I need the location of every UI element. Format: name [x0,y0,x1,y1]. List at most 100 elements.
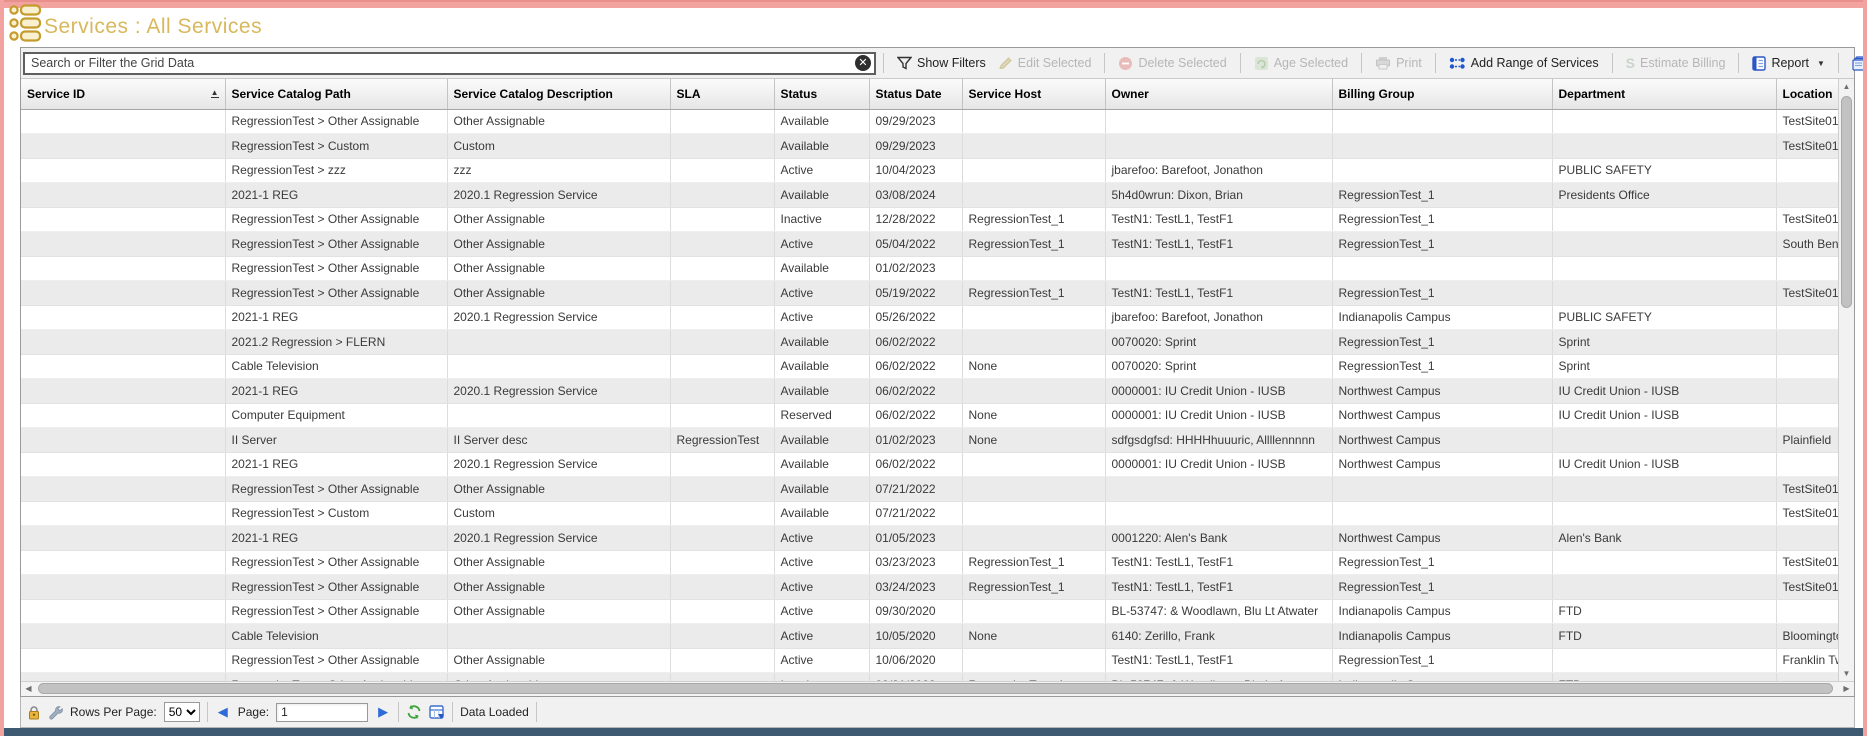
column-header-department[interactable]: Department [1552,79,1776,109]
column-header-service-catalog-description[interactable]: Service Catalog Description [447,79,670,109]
cell: RegressionTest > Other Assignable [225,207,447,232]
column-header-service-id[interactable]: Service ID▲ [21,79,225,109]
cell: TestN1: TestL1, TestF1 [1105,207,1332,232]
cell: RegressionTest_1 [962,232,1105,257]
grid-toolbar: ✕ Show Filters Edit Selected [21,48,1854,79]
cell: jbarefoo: Barefoot, Jonathon [1105,158,1332,183]
table-row[interactable]: RegressionTest > Other AssignableOther A… [21,673,1838,682]
cell [21,526,225,551]
table-row[interactable]: RegressionTest > Other AssignableOther A… [21,575,1838,600]
table-row[interactable]: RegressionTest > Other AssignableOther A… [21,477,1838,502]
report-dropdown-button[interactable]: Report ▼ [1746,56,1830,71]
cell: Active [774,526,869,551]
table-row[interactable]: II ServerII Server descRegressionTestAva… [21,428,1838,453]
column-header-service-catalog-path[interactable]: Service Catalog Path [225,79,447,109]
cell: Northwest Campus [1332,452,1552,477]
search-input[interactable] [23,52,876,75]
cell [1552,232,1776,257]
scroll-down-icon[interactable]: ▼ [1839,666,1854,681]
cell: RegressionTest_1 [1332,330,1552,355]
table-row[interactable]: RegressionTest > Other AssignableOther A… [21,256,1838,281]
cell [670,575,774,600]
table-row[interactable]: 2021-1 REG2020.1 Regression ServiceActiv… [21,305,1838,330]
column-header-sla[interactable]: SLA [670,79,774,109]
cell: 10/05/2020 [869,624,962,649]
cell [962,452,1105,477]
cell [962,109,1105,134]
cell: Available [774,428,869,453]
cell: 01/02/2023 [869,256,962,281]
table-row[interactable]: RegressionTest > Other AssignableOther A… [21,109,1838,134]
column-header-service-host[interactable]: Service Host [962,79,1105,109]
rows-per-page-select[interactable]: 50 [164,702,200,722]
scroll-right-icon[interactable]: ▶ [1839,682,1854,696]
scroll-up-icon[interactable]: ▲ [1839,79,1854,94]
cell: RegressionTest > Other Assignable [225,281,447,306]
column-header-owner[interactable]: Owner [1105,79,1332,109]
cell: Other Assignable [447,673,670,682]
column-header-location[interactable]: Location [1776,79,1838,109]
table-row[interactable]: RegressionTest > Other AssignableOther A… [21,648,1838,673]
wrench-icon[interactable] [48,705,63,720]
previous-page-icon[interactable]: ◀ [215,704,231,720]
cell: RegressionTest_1 [1332,183,1552,208]
cell [670,452,774,477]
cell: Alen's Bank [1552,526,1776,551]
add-range-of-services-button[interactable]: Add Range of Services [1443,56,1605,70]
refresh-icon[interactable] [406,704,422,720]
table-row[interactable]: 2021-1 REG2020.1 Regression ServiceAvail… [21,452,1838,477]
table-row[interactable]: 2021-1 REG2020.1 Regression ServiceAvail… [21,183,1838,208]
vertical-scroll-thumb[interactable] [1841,96,1852,308]
table-row[interactable]: RegressionTest > CustomCustomAvailable07… [21,501,1838,526]
column-header-status[interactable]: Status [774,79,869,109]
table-row[interactable]: RegressionTest > Other AssignableOther A… [21,599,1838,624]
table-row[interactable]: Cable TelevisionAvailable06/02/2022None0… [21,354,1838,379]
cell [1552,477,1776,502]
scroll-left-icon[interactable]: ◀ [21,682,36,696]
table-row[interactable]: RegressionTest > zzzzzzActive10/04/2023j… [21,158,1838,183]
page-number-input[interactable] [276,703,368,722]
cell: 03/23/2023 [869,550,962,575]
clear-search-icon[interactable]: ✕ [855,55,871,71]
table-row[interactable]: 2021-1 REG2020.1 Regression ServiceAvail… [21,379,1838,404]
horizontal-scroll-thumb[interactable] [38,683,1833,694]
export-grid-icon[interactable] [429,705,445,720]
cell [1332,477,1552,502]
table-row[interactable]: 2021-1 REG2020.1 Regression ServiceActiv… [21,526,1838,551]
vertical-scrollbar[interactable]: ▲ ▼ [1838,79,1854,681]
perspectives-dropdown-button[interactable]: Perspectives ▼ [1846,56,1867,71]
table-row[interactable]: RegressionTest > Other AssignableOther A… [21,550,1838,575]
table-row[interactable]: RegressionTest > CustomCustomAvailable09… [21,134,1838,159]
cell [670,256,774,281]
cell [1105,134,1332,159]
app-window: Services : All Services ✕ Show Filters E… [0,0,1867,736]
cell: TestN1: TestL1, TestF1 [1105,575,1332,600]
cell: 0070020: Sprint [1105,354,1332,379]
cell: 03/24/2023 [869,575,962,600]
cell: sdfgsdgfsd: HHHHhuuuric, Allllennnnn [1105,428,1332,453]
cell: BL-53747: & Woodlawn, Blu Lt Atwater [1105,599,1332,624]
column-header-billing-group[interactable]: Billing Group [1332,79,1552,109]
toolbar-separator [1104,53,1105,73]
chevron-down-icon: ▼ [1817,59,1825,68]
table-row[interactable]: RegressionTest > Other AssignableOther A… [21,281,1838,306]
cell: Cable Television [225,354,447,379]
cell: 10/04/2023 [869,158,962,183]
show-filters-button[interactable]: Show Filters [891,56,992,70]
lock-icon[interactable] [27,705,41,720]
cell [447,354,670,379]
table-row[interactable]: RegressionTest > Other AssignableOther A… [21,207,1838,232]
cell: Inactive [774,207,869,232]
table-row[interactable]: Cable TelevisionActive10/05/2020None6140… [21,624,1838,649]
cell: 09/21/2022 [869,673,962,682]
cell [21,673,225,682]
cell: TestSite01 [1776,281,1838,306]
horizontal-scrollbar[interactable]: ◀ ▶ [21,681,1854,696]
next-page-icon[interactable]: ▶ [375,704,391,720]
cell: None [962,428,1105,453]
cell: RegressionTest > Other Assignable [225,599,447,624]
column-header-status-date[interactable]: Status Date [869,79,962,109]
table-row[interactable]: RegressionTest > Other AssignableOther A… [21,232,1838,257]
table-row[interactable]: Computer EquipmentReserved06/02/2022None… [21,403,1838,428]
table-row[interactable]: 2021.2 Regression > FLERNAvailable06/02/… [21,330,1838,355]
